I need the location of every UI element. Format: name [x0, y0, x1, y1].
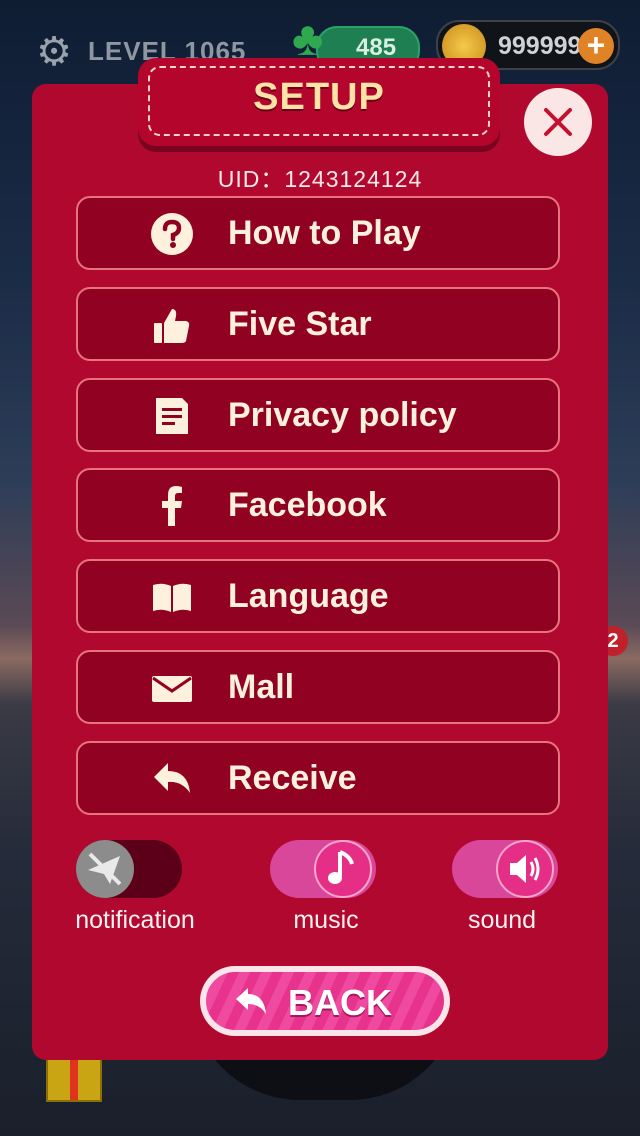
- thumbs-up-icon: [150, 303, 194, 347]
- music-note-icon: [314, 840, 372, 898]
- privacy-policy-label: Privacy policy: [228, 396, 457, 434]
- close-icon: [544, 108, 572, 136]
- sound-label: sound: [467, 906, 537, 934]
- document-icon: [150, 394, 194, 438]
- speaker-icon: [496, 840, 554, 898]
- receive-label: Receive: [228, 759, 357, 797]
- language-button[interactable]: Language: [76, 559, 560, 633]
- mall-button[interactable]: Mall: [76, 650, 560, 724]
- back-label: BACK: [288, 982, 392, 1023]
- gear-icon[interactable]: ⚙: [34, 32, 74, 72]
- back-button[interactable]: BACK: [200, 966, 450, 1036]
- facebook-button[interactable]: Facebook: [76, 468, 560, 542]
- how-to-play-label: How to Play: [228, 214, 421, 252]
- reply-icon: [150, 757, 194, 801]
- add-coins-button[interactable]: +: [578, 28, 614, 64]
- gift-icon[interactable]: [46, 1058, 102, 1102]
- receive-button[interactable]: Receive: [76, 741, 560, 815]
- back-arrow-icon: [234, 986, 268, 1021]
- music-toggle[interactable]: [270, 840, 376, 898]
- facebook-icon: [150, 484, 194, 528]
- five-star-label: Five Star: [228, 305, 372, 343]
- notification-off-icon: [76, 840, 134, 898]
- notification-toggle[interactable]: [76, 840, 182, 898]
- sound-toggle[interactable]: [452, 840, 558, 898]
- question-icon: [150, 212, 194, 256]
- uid-label: UID：1243124124: [217, 166, 423, 192]
- facebook-label: Facebook: [228, 486, 387, 524]
- notification-label: notification: [75, 906, 195, 934]
- privacy-policy-button[interactable]: Privacy policy: [76, 378, 560, 452]
- back-button-face: BACK: [206, 972, 444, 1030]
- coin-count: 999999: [498, 32, 582, 60]
- mall-label: Mall: [228, 668, 295, 706]
- dialog-title: SETUP: [253, 76, 385, 118]
- five-star-button[interactable]: Five Star: [76, 287, 560, 361]
- how-to-play-button[interactable]: How to Play: [76, 196, 560, 270]
- title-plate: SETUP: [138, 58, 500, 146]
- book-icon: [150, 575, 194, 619]
- music-label: music: [293, 906, 359, 934]
- envelope-icon: [150, 666, 194, 710]
- close-button[interactable]: [524, 88, 592, 156]
- language-label: Language: [228, 577, 389, 615]
